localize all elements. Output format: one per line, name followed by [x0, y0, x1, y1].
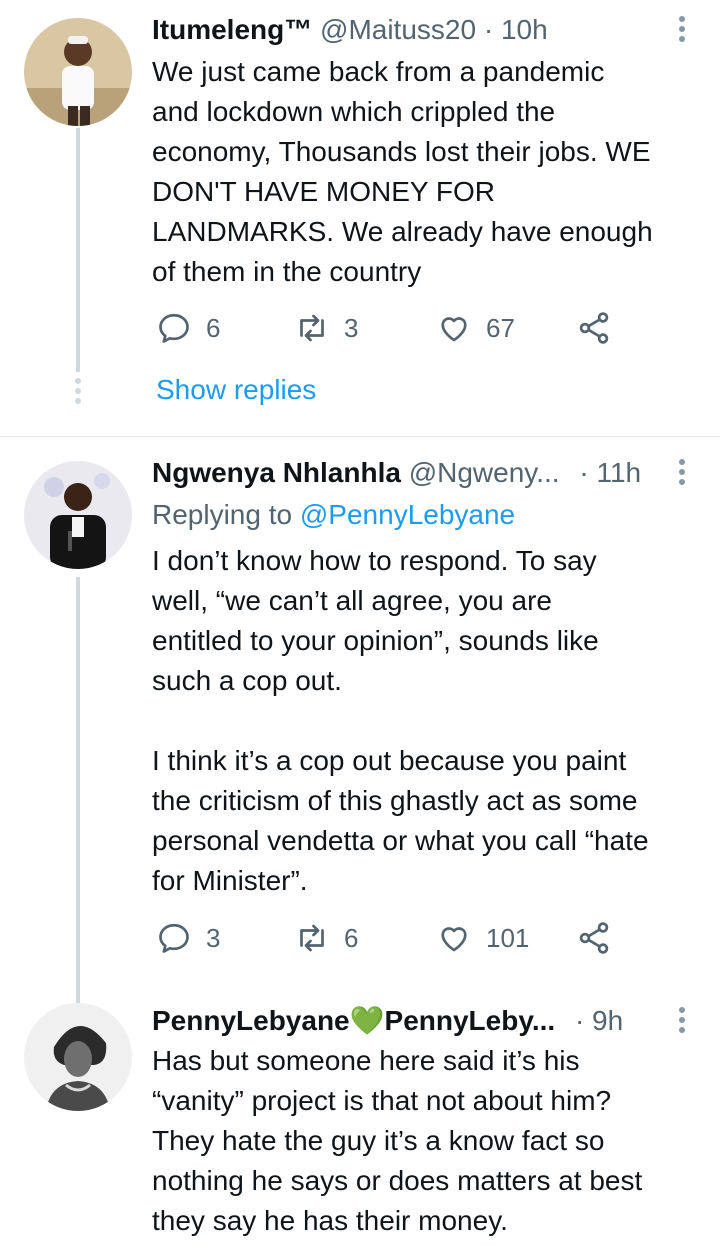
reply-icon — [159, 313, 189, 343]
reply-button[interactable]: 6 — [156, 308, 220, 348]
reply-count: 3 — [206, 922, 221, 953]
show-replies-link[interactable]: Show replies — [156, 370, 316, 410]
more-options-icon[interactable] — [674, 12, 690, 52]
tweet-text: I don’t know how to respond. To say well… — [152, 541, 700, 901]
retweet-count: 6 — [344, 922, 359, 953]
text-line: I don’t know how to respond. To say — [152, 545, 597, 576]
timestamp[interactable]: 10h — [501, 14, 548, 45]
text-line: and lockdown which crippled the — [152, 96, 556, 127]
text-line — [152, 701, 700, 741]
replying-to-label: Replying to — [152, 499, 293, 530]
separator-dot: · — [483, 14, 494, 45]
tweet-header: Itumeleng™ @Maituss20 · 10h — [152, 10, 670, 50]
retweet-button[interactable]: 6 — [294, 918, 358, 958]
share-button[interactable] — [576, 308, 612, 348]
display-name[interactable]: Ngwenya Nhlanhla — [152, 457, 401, 488]
tweet-ngwenya[interactable]: Ngwenya Nhlanhla @Ngweny... · 11h Replyi… — [0, 437, 720, 1005]
avatar[interactable] — [24, 18, 132, 126]
like-count: 67 — [486, 312, 515, 343]
mention-link[interactable]: @PennyLebyane — [300, 499, 515, 530]
display-name[interactable]: Itumeleng™ — [152, 14, 312, 45]
tweet-itumeleng[interactable]: Itumeleng™ @Maituss20 · 10h We just came… — [0, 0, 720, 436]
tweet-pennylebyane[interactable]: PennyLebyane💚PennyLeby... · 9h Has but s… — [0, 997, 720, 1246]
like-button[interactable]: 101 — [436, 918, 529, 958]
thread-line — [76, 128, 80, 372]
display-name-continued[interactable]: PennyLeby... — [385, 1005, 556, 1036]
thread-ellipsis-icon — [74, 378, 82, 408]
avatar[interactable] — [24, 461, 132, 569]
separator-dot: · — [579, 457, 589, 488]
text-line: of them in the country — [152, 256, 422, 287]
text-line: I think it’s a cop out because you paint — [152, 745, 627, 776]
text-line: personal vendetta or what you call “hate — [152, 825, 649, 856]
user-handle[interactable]: @Maituss20 — [320, 14, 476, 45]
more-options-icon[interactable] — [674, 1003, 690, 1043]
avatar[interactable] — [24, 1003, 132, 1111]
text-line: such a cop out. — [152, 665, 342, 696]
like-button[interactable]: 67 — [436, 308, 515, 348]
text-line: LANDMARKS. We already have enough — [152, 216, 653, 247]
text-line: They hate the guy it’s a know fact so — [152, 1125, 605, 1156]
reply-icon — [159, 923, 189, 953]
text-line: We just came back from a pandemic — [152, 56, 605, 87]
green-heart-emoji: 💚 — [349, 1005, 385, 1036]
heart-icon — [441, 927, 467, 952]
replying-to: Replying to @PennyLebyane — [152, 495, 515, 535]
retweet-icon — [300, 314, 324, 342]
reply-count: 6 — [206, 312, 221, 343]
tweet-actions: 3 6 101 — [152, 918, 632, 958]
text-line: nothing he says or does matters at best — [152, 1165, 643, 1196]
user-handle[interactable]: @Ngweny... — [409, 457, 560, 488]
text-line: entitled to your opinion”, sounds like — [152, 625, 599, 656]
share-button[interactable] — [576, 918, 612, 958]
reply-button[interactable]: 3 — [156, 918, 220, 958]
thread-line — [76, 577, 80, 1005]
retweet-button[interactable]: 3 — [294, 308, 358, 348]
text-line: “vanity” project is that not about him? — [152, 1085, 612, 1116]
share-icon — [579, 922, 609, 954]
text-line: the criticism of this ghastly act as som… — [152, 785, 638, 816]
timestamp[interactable]: 9h — [592, 1005, 623, 1036]
share-icon — [579, 312, 609, 344]
display-name[interactable]: PennyLebyane — [152, 1005, 350, 1036]
text-line: DON'T HAVE MONEY FOR — [152, 176, 495, 207]
text-line: for Minister”. — [152, 865, 308, 896]
more-options-icon[interactable] — [674, 455, 690, 495]
tweet-header: Ngwenya Nhlanhla @Ngweny... · 11h — [152, 453, 670, 493]
text-line: Has but someone here said it’s his — [152, 1045, 580, 1076]
separator-dot: · — [574, 1005, 585, 1036]
heart-icon — [441, 317, 467, 342]
text-line: economy, Thousands lost their jobs. WE — [152, 136, 651, 167]
text-line: they say he has their money. — [152, 1205, 508, 1236]
retweet-count: 3 — [344, 312, 359, 343]
tweet-actions: 6 3 67 — [152, 308, 632, 348]
tweet-header: PennyLebyane💚PennyLeby... · 9h — [152, 1001, 670, 1041]
like-count: 101 — [486, 922, 530, 953]
text-line: well, “we can’t all agree, you are — [152, 585, 552, 616]
retweet-icon — [300, 924, 324, 952]
tweet-text: We just came back from a pandemic and lo… — [152, 52, 700, 292]
tweet-text: Has but someone here said it’s his “vani… — [152, 1041, 700, 1241]
timestamp[interactable]: 11h — [596, 457, 641, 488]
